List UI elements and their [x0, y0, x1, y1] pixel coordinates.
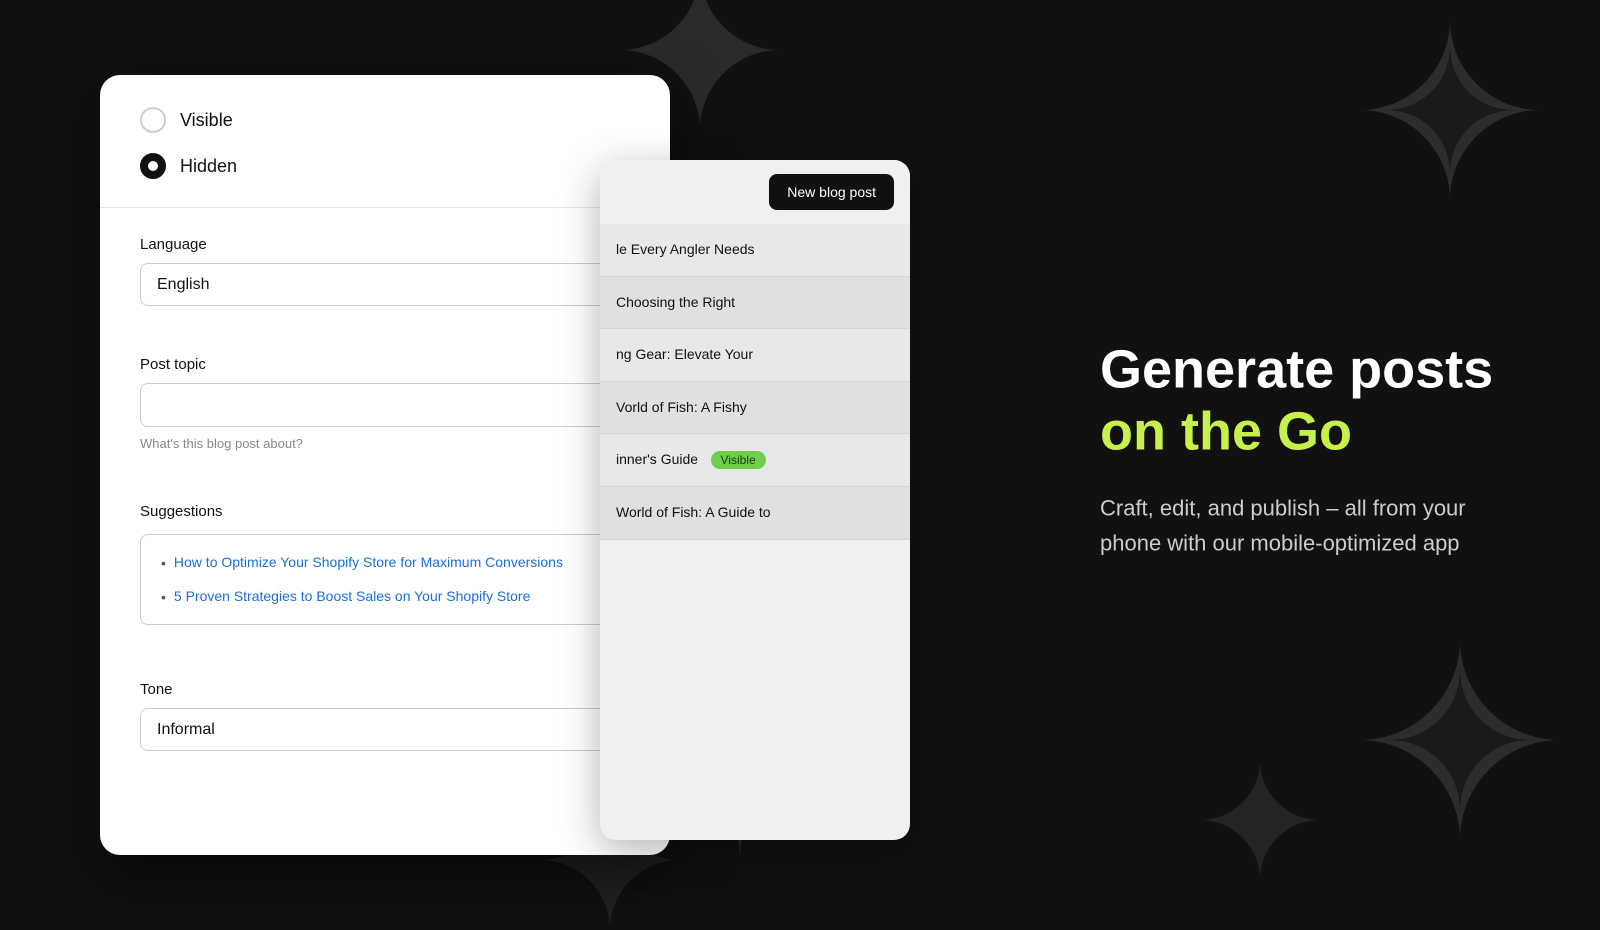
blog-item-2[interactable]: Choosing the Right: [600, 277, 910, 330]
blog-panel-header: New blog post: [600, 160, 910, 224]
bullet-icon-1: •: [161, 555, 166, 571]
blog-item-6[interactable]: World of Fish: A Guide to: [600, 487, 910, 540]
hidden-radio-item[interactable]: Hidden: [140, 153, 630, 179]
form-card: Visible Hidden Language English French S…: [100, 75, 670, 855]
bullet-icon-2: •: [161, 589, 166, 605]
blog-item-3[interactable]: ng Gear: Elevate Your: [600, 329, 910, 382]
blog-item-5[interactable]: inner's Guide Visible: [600, 434, 910, 487]
suggestions-list: • How to Optimize Your Shopify Store for…: [161, 553, 609, 606]
blog-item-title-3: ng Gear: Elevate Your: [616, 346, 753, 362]
visible-radio-item[interactable]: Visible: [140, 107, 630, 133]
marketing-section: Generate posts on the Go Craft, edit, an…: [1100, 339, 1520, 562]
suggestions-section: Suggestions • How to Optimize Your Shopi…: [100, 475, 670, 625]
blog-item-4[interactable]: Vorld of Fish: A Fishy: [600, 382, 910, 435]
post-topic-hint: What's this blog post about?: [140, 436, 303, 451]
tone-section: Tone Informal Formal Friendly Profession…: [100, 653, 670, 751]
blog-item-title-6: World of Fish: A Guide to: [616, 504, 771, 520]
blog-item-title-2: Choosing the Right: [616, 294, 735, 310]
visible-radio-label: Visible: [180, 110, 233, 131]
suggestion-item-2: • 5 Proven Strategies to Boost Sales on …: [161, 587, 609, 607]
suggestion-link-2[interactable]: 5 Proven Strategies to Boost Sales on Yo…: [174, 587, 530, 607]
marketing-body: Craft, edit, and publish – all from your…: [1100, 491, 1520, 561]
deco-star-bottom-center: [1200, 760, 1320, 880]
suggestions-label: Suggestions: [140, 503, 630, 520]
suggestion-item-1: • How to Optimize Your Shopify Store for…: [161, 553, 609, 573]
visible-radio-circle: [140, 107, 166, 133]
language-select[interactable]: English French Spanish German: [140, 263, 630, 306]
blog-item-title-1: le Every Angler Needs: [616, 241, 755, 257]
tone-select[interactable]: Informal Formal Friendly Professional: [140, 708, 630, 751]
tone-label: Tone: [140, 681, 630, 698]
language-select-wrapper: English French Spanish German ⇅: [140, 263, 630, 306]
language-section: Language English French Spanish German ⇅: [100, 208, 670, 306]
marketing-heading-line1: Generate posts: [1100, 340, 1493, 400]
marketing-heading-line2: on the Go: [1100, 402, 1352, 462]
deco-star-top-right: [1360, 20, 1540, 200]
post-topic-input[interactable]: [140, 383, 630, 427]
post-topic-section: Post topic What's this blog post about?: [100, 328, 670, 453]
post-topic-label: Post topic: [140, 356, 630, 373]
language-label: Language: [140, 236, 630, 253]
blog-item-1[interactable]: le Every Angler Needs: [600, 224, 910, 277]
suggestions-box: • How to Optimize Your Shopify Store for…: [140, 534, 630, 625]
tone-select-wrapper: Informal Formal Friendly Professional ⇅: [140, 708, 630, 751]
blog-list: le Every Angler Needs Choosing the Right…: [600, 224, 910, 540]
blog-item-title-5: inner's Guide: [616, 451, 698, 467]
blog-item-title-4: Vorld of Fish: A Fishy: [616, 399, 747, 415]
suggestion-link-1[interactable]: How to Optimize Your Shopify Store for M…: [174, 553, 563, 573]
visible-badge: Visible: [711, 451, 766, 469]
visibility-radio-group: Visible Hidden: [100, 75, 670, 207]
new-blog-post-button[interactable]: New blog post: [769, 174, 894, 210]
marketing-heading: Generate posts on the Go: [1100, 339, 1520, 463]
hidden-radio-label: Hidden: [180, 156, 237, 177]
deco-star-bottom-right: [1360, 640, 1560, 840]
hidden-radio-circle: [140, 153, 166, 179]
blog-panel: New blog post le Every Angler Needs Choo…: [600, 160, 910, 840]
